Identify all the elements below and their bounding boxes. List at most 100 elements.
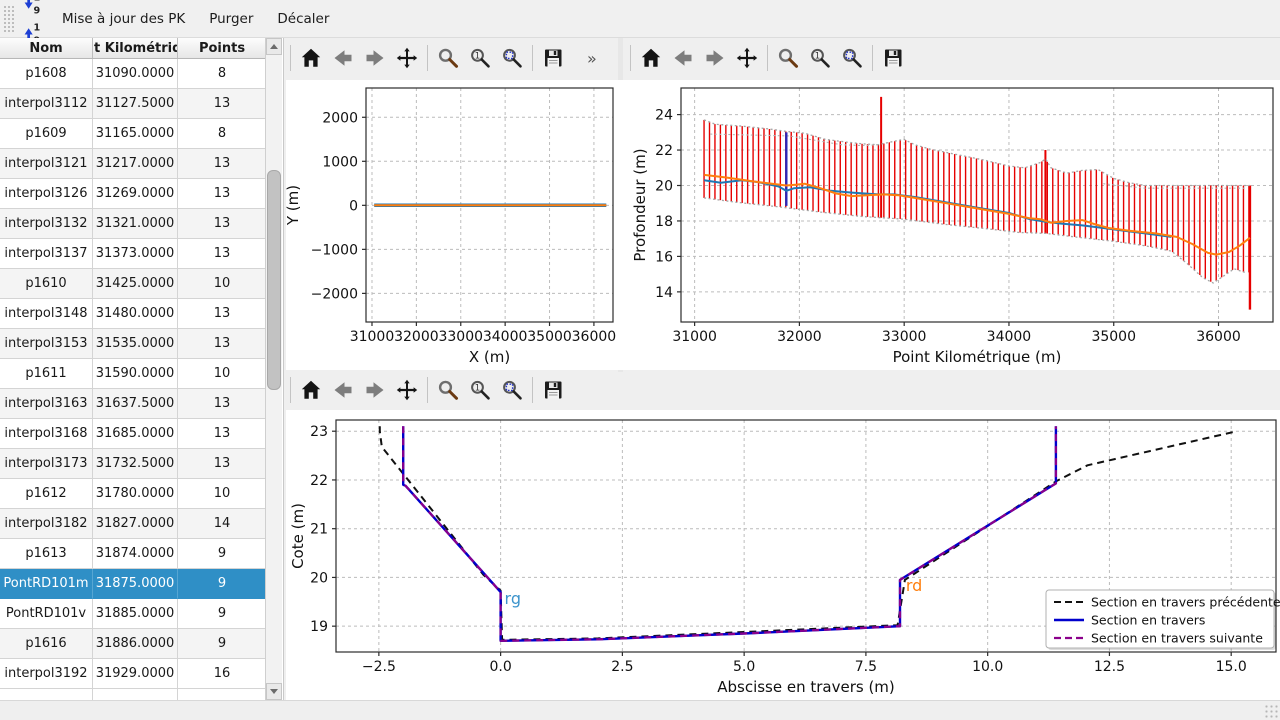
scrollbar-thumb[interactable]: [267, 170, 281, 390]
cell-points: 13: [178, 209, 266, 239]
back-button[interactable]: [667, 42, 699, 74]
scroll-down-button[interactable]: [266, 683, 282, 700]
table-row-p1608[interactable]: p160831090.00008: [0, 59, 266, 89]
table-row-PontRD101m[interactable]: PontRD101m31875.00009: [0, 569, 266, 599]
svg-text:16: 16: [655, 249, 673, 265]
y-axis-label: Profondeur (m): [631, 148, 649, 261]
forward-button[interactable]: [699, 42, 731, 74]
svg-text:31000: 31000: [350, 329, 395, 345]
zoom-button[interactable]: [772, 42, 804, 74]
trace-plot-toolbar: 1»: [286, 38, 616, 78]
zoom-fit-icon: [500, 46, 524, 70]
scroll-up-button[interactable]: [266, 38, 282, 55]
table-row-interpol3121[interactable]: interpol312131217.000013: [0, 149, 266, 179]
toolbar-drag-handle[interactable]: [2, 4, 14, 34]
table-row-interpol3112[interactable]: interpol311231127.500013: [0, 89, 266, 119]
table-scrollbar[interactable]: [265, 38, 282, 700]
svg-text:12.5: 12.5: [1094, 659, 1125, 675]
svg-text:1: 1: [475, 51, 480, 61]
cell-nom: interpol3148: [0, 299, 93, 329]
zoom-fit-button[interactable]: [496, 42, 528, 74]
zoom-one-button[interactable]: 1: [464, 42, 496, 74]
shift-button[interactable]: Décaler: [267, 5, 339, 33]
table-row-interpol3132[interactable]: interpol313231321.000013: [0, 209, 266, 239]
x-axis-label: Abscisse en travers (m): [717, 678, 895, 696]
zoom-fit-icon: [500, 378, 524, 402]
svg-text:0: 0: [349, 198, 358, 214]
forward-icon: [363, 46, 387, 70]
svg-text:20: 20: [655, 179, 673, 195]
svg-text:24: 24: [655, 108, 673, 124]
cell-points: 13: [178, 299, 266, 329]
svg-text:23: 23: [310, 424, 328, 440]
cell-nom: PontRD101v: [0, 599, 93, 629]
table-row-p1613[interactable]: p161331874.00009: [0, 539, 266, 569]
table-row-p1611[interactable]: p161131590.000010: [0, 359, 266, 389]
table-row-interpol3182[interactable]: interpol318231827.000014: [0, 509, 266, 539]
svg-text:−2000: −2000: [311, 286, 358, 302]
trace-plot[interactable]: 310003200033000340003500036000−2000−1000…: [286, 80, 623, 370]
table-row-p1610[interactable]: p161031425.000010: [0, 269, 266, 299]
save-button[interactable]: [877, 42, 909, 74]
sort-desc-icon: 19: [20, 0, 45, 16]
table-row-p1616[interactable]: p161631886.00009: [0, 629, 266, 659]
zoom-one-icon: 1: [468, 46, 492, 70]
table-row-interpol3163[interactable]: interpol316331637.500013: [0, 389, 266, 419]
table-row-interpol3148[interactable]: interpol314831480.000013: [0, 299, 266, 329]
table-row-interpol3126[interactable]: interpol312631269.000013: [0, 179, 266, 209]
cell-nom: interpol3182: [0, 509, 93, 539]
cell-points: 13: [178, 239, 266, 269]
cell-nom: interpol3173: [0, 449, 93, 479]
sections-table: Nom t Kilométrique Points p160831090.000…: [0, 38, 266, 700]
column-header-points[interactable]: Points: [178, 38, 266, 58]
home-button[interactable]: [635, 42, 667, 74]
toolbar-overflow-button[interactable]: »: [587, 49, 597, 68]
pan-button[interactable]: [731, 42, 763, 74]
svg-text:−2.5: −2.5: [362, 659, 396, 675]
pan-button[interactable]: [391, 42, 423, 74]
home-button[interactable]: [295, 374, 327, 406]
zoom-fit-button[interactable]: [496, 374, 528, 406]
save-button[interactable]: [537, 374, 569, 406]
back-button[interactable]: [327, 374, 359, 406]
zoom-fit-button[interactable]: [836, 42, 868, 74]
table-row-interpol3153[interactable]: interpol315331535.000013: [0, 329, 266, 359]
cell-points: 10: [178, 359, 266, 389]
zoom-fit-icon: [840, 46, 864, 70]
table-row-PontRD101v[interactable]: PontRD101v31885.00009: [0, 599, 266, 629]
back-button[interactable]: [327, 42, 359, 74]
purge-button[interactable]: Purger: [199, 5, 263, 33]
column-header-nom[interactable]: Nom: [0, 38, 93, 58]
home-button[interactable]: [295, 42, 327, 74]
table-row-interpol3168[interactable]: interpol316831685.000013: [0, 419, 266, 449]
pan-button[interactable]: [391, 374, 423, 406]
table-row-interpol3173[interactable]: interpol317331732.500013: [0, 449, 266, 479]
svg-text:35000: 35000: [1091, 329, 1136, 345]
profile-plot[interactable]: 3100032000330003400035000360001416182022…: [623, 80, 1280, 370]
section-plot[interactable]: −2.50.02.55.07.510.012.515.01920212223Ab…: [286, 410, 1280, 700]
forward-button[interactable]: [359, 374, 391, 406]
cell-empty: [178, 689, 266, 700]
svg-text:20: 20: [310, 570, 328, 586]
resize-grip[interactable]: [1264, 704, 1278, 718]
svg-text:1: 1: [815, 51, 820, 61]
table-row-interpol3137[interactable]: interpol313731373.000013: [0, 239, 266, 269]
cell-points: 13: [178, 89, 266, 119]
column-header-pk[interactable]: t Kilométrique: [93, 38, 178, 58]
zoom-button[interactable]: [432, 42, 464, 74]
save-button[interactable]: [537, 42, 569, 74]
cell-points: 10: [178, 479, 266, 509]
table-row-interpol3192[interactable]: interpol319231929.000016: [0, 659, 266, 689]
zoom-one-button[interactable]: 1: [464, 374, 496, 406]
update-pk-button[interactable]: Mise à jour des PK: [52, 5, 195, 33]
cell-nom: p1608: [0, 59, 93, 89]
svg-text:32000: 32000: [394, 329, 439, 345]
zoom-one-icon: 1: [468, 378, 492, 402]
forward-button[interactable]: [359, 42, 391, 74]
cell-nom: interpol3153: [0, 329, 93, 359]
zoom-one-button[interactable]: 1: [804, 42, 836, 74]
table-row-p1612[interactable]: p161231780.000010: [0, 479, 266, 509]
sort-descending-button[interactable]: 19: [18, 0, 48, 19]
table-row-p1609[interactable]: p160931165.00008: [0, 119, 266, 149]
zoom-button[interactable]: [432, 374, 464, 406]
